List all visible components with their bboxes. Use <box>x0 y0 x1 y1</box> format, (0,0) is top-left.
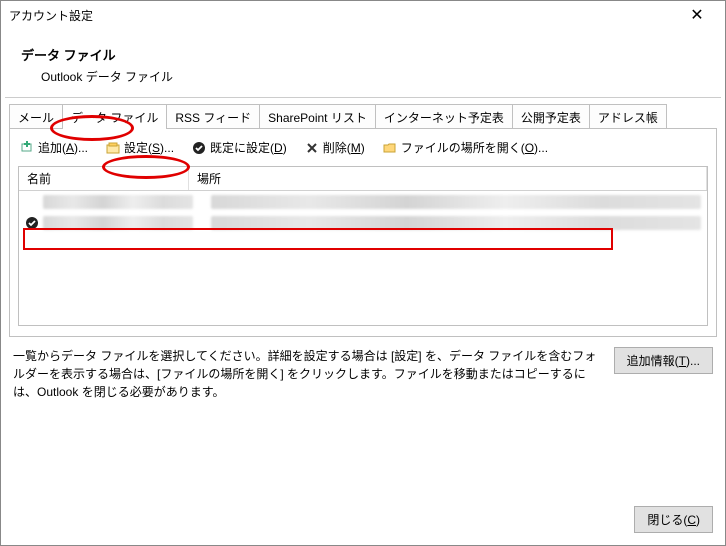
table-row[interactable] <box>19 191 707 212</box>
divider <box>5 97 721 98</box>
tab-addressbook[interactable]: アドレス帳 <box>589 104 667 129</box>
settings-button[interactable]: 設定(S)... <box>102 137 178 158</box>
close-button[interactable]: 閉じる(C) <box>634 506 713 533</box>
window-title: アカウント設定 <box>9 7 677 24</box>
check-icon <box>192 141 206 155</box>
set-default-button[interactable]: 既定に設定(D) <box>188 137 291 158</box>
add-button[interactable]: 追加(A)... <box>16 137 92 158</box>
default-check-icon <box>25 216 39 230</box>
toolbar: 追加(A)... 設定(S)... 既定に設定(D) 削除(M) <box>10 129 716 164</box>
page-subtitle: Outlook データ ファイル <box>41 68 705 85</box>
tab-data-files[interactable]: データ ファイル <box>62 104 167 129</box>
settings-icon <box>106 141 120 155</box>
add-icon <box>20 141 34 155</box>
open-location-button[interactable]: ファイルの場所を開く(O)... <box>379 137 552 158</box>
more-info-button[interactable]: 追加情報(T)... <box>614 347 713 374</box>
close-icon[interactable]: ✕ <box>677 1 717 31</box>
data-file-list[interactable]: 名前 場所 <box>18 166 708 326</box>
remove-button[interactable]: 削除(M) <box>301 137 369 158</box>
table-row[interactable] <box>19 212 707 233</box>
folder-icon <box>383 141 397 155</box>
tab-rss[interactable]: RSS フィード <box>166 104 260 129</box>
tab-mail[interactable]: メール <box>9 104 63 129</box>
tab-sharepoint[interactable]: SharePoint リスト <box>259 104 376 129</box>
redacted-location <box>211 195 701 209</box>
page-title: データ ファイル <box>21 45 705 64</box>
tab-published-cal[interactable]: 公開予定表 <box>512 104 590 129</box>
footer-help-text: 一覧からデータ ファイルを選択してください。詳細を設定する場合は [設定] を、… <box>13 347 604 401</box>
list-header: 名前 場所 <box>19 167 707 191</box>
tabstrip: メール データ ファイル RSS フィード SharePoint リスト インタ… <box>1 104 725 129</box>
tab-internet-cal[interactable]: インターネット予定表 <box>375 104 513 129</box>
redacted-name <box>43 216 193 230</box>
col-name[interactable]: 名前 <box>19 167 189 190</box>
col-location[interactable]: 場所 <box>189 167 707 190</box>
remove-icon <box>305 141 319 155</box>
redacted-name <box>43 195 193 209</box>
redacted-location <box>211 216 701 230</box>
